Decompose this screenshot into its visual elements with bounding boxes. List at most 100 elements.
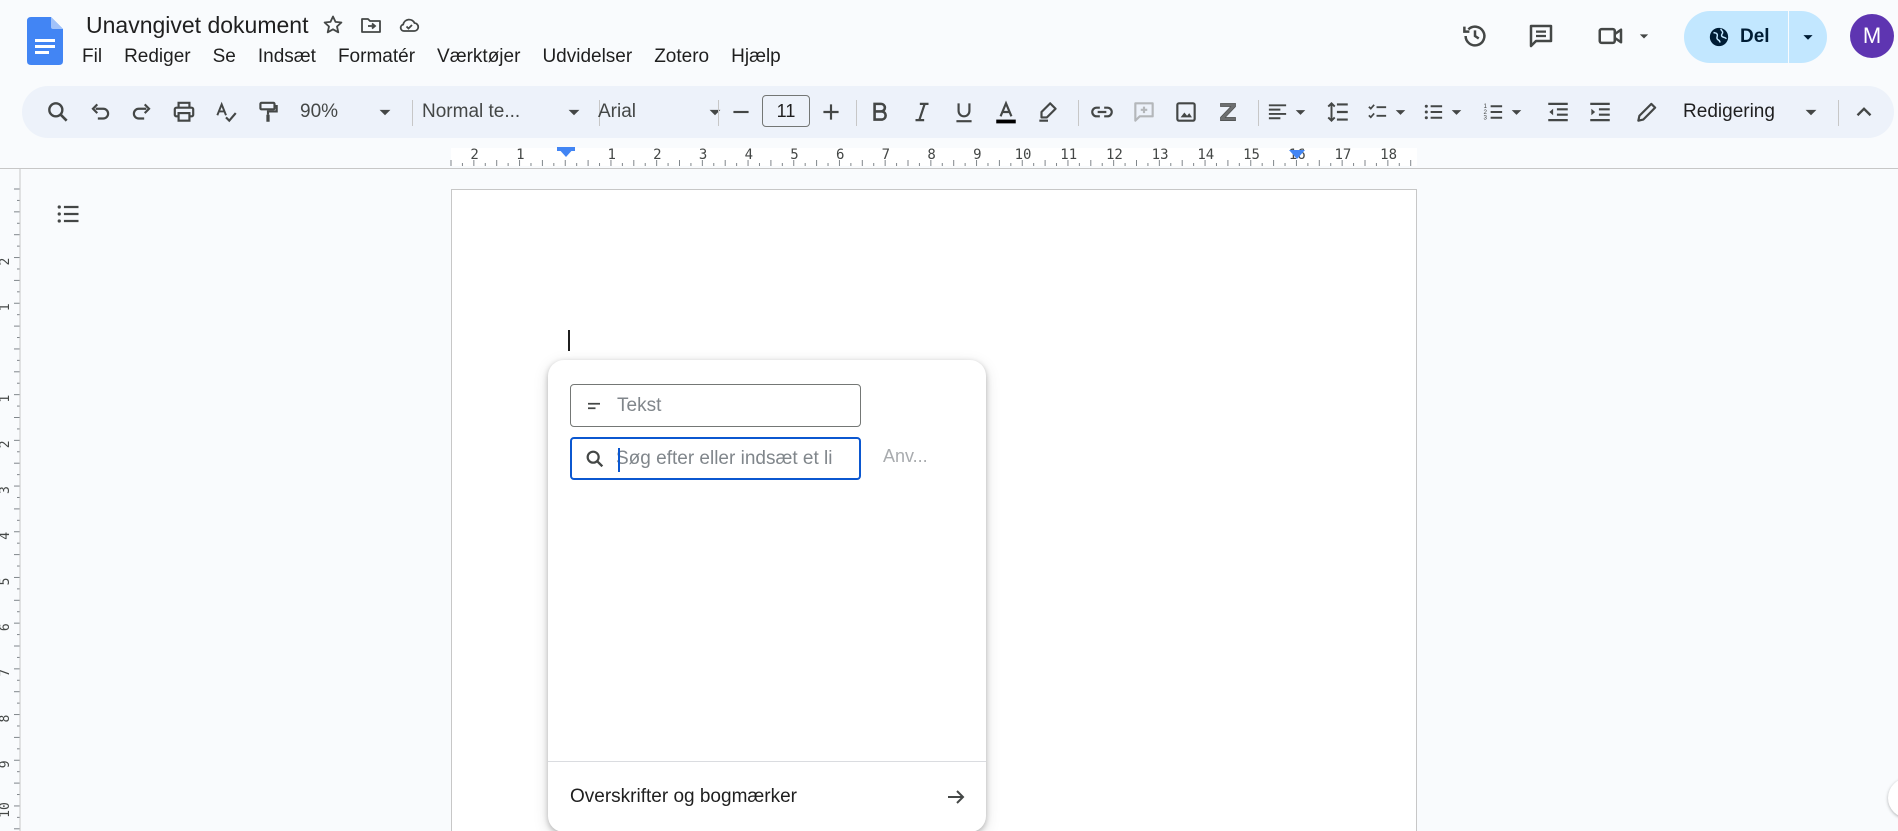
underline-icon[interactable] <box>948 96 980 128</box>
ruler-label: 9 <box>0 760 13 768</box>
headings-and-bookmarks-item[interactable]: Overskrifter og bogmærker <box>548 762 986 831</box>
share-options-button[interactable] <box>1789 26 1827 48</box>
bold-icon[interactable] <box>864 96 896 128</box>
align-button[interactable] <box>1266 96 1312 128</box>
insert-link-popup: Tekst Anv... Overskrifter og bogmærker <box>548 360 986 831</box>
spellcheck-icon[interactable] <box>210 96 242 128</box>
menu-rediger[interactable]: Rediger <box>118 44 197 70</box>
chevron-down-icon <box>1803 35 1813 40</box>
search-menus-icon[interactable] <box>42 96 74 128</box>
highlight-color-icon[interactable] <box>1032 96 1064 128</box>
meet-button[interactable] <box>1594 16 1660 56</box>
font-value: Arial <box>598 101 637 122</box>
checklist-icon <box>1368 104 1387 119</box>
link-search-field[interactable] <box>570 437 861 480</box>
chevron-down-icon <box>1511 110 1522 115</box>
ruler-label: 7 <box>882 147 890 163</box>
ruler-label: 2 <box>0 258 13 266</box>
cloud-saved-icon[interactable] <box>392 8 426 42</box>
menu-udvidelser[interactable]: Udvidelser <box>536 44 638 70</box>
ruler-label: 15 <box>1243 147 1260 163</box>
decrease-indent-icon[interactable] <box>1542 96 1574 128</box>
insert-link-icon[interactable] <box>1086 96 1118 128</box>
undo-icon[interactable] <box>84 96 116 128</box>
document-title[interactable]: Unavngivet dokument <box>82 10 312 41</box>
menu-se[interactable]: Se <box>207 44 242 70</box>
google-docs-logo-icon[interactable] <box>27 17 63 65</box>
ruler-label: 17 <box>1334 147 1351 163</box>
zotero-icon[interactable] <box>1212 96 1244 128</box>
checklist-button[interactable] <box>1366 96 1412 128</box>
toolbar-divider <box>1078 100 1079 126</box>
chevron-down-icon <box>1805 109 1817 116</box>
vertical-ruler[interactable]: 211234567891011 <box>0 168 22 831</box>
chevron-down-icon <box>709 109 721 116</box>
numbered-list-icon: 123 <box>1483 103 1503 122</box>
editing-mode-select[interactable]: Redigering <box>1634 96 1824 128</box>
toolbar-divider <box>412 100 413 126</box>
share-button-group: Del <box>1684 11 1827 63</box>
globe-icon <box>1709 27 1729 47</box>
ruler-label: 11 <box>1060 147 1077 163</box>
arrow-right-icon <box>948 790 965 804</box>
hide-menus-icon[interactable] <box>1848 96 1880 128</box>
redo-icon[interactable] <box>126 96 158 128</box>
italic-icon[interactable] <box>906 96 938 128</box>
side-panel-toggle[interactable] <box>1888 778 1898 818</box>
font-select[interactable]: Arial <box>598 96 728 128</box>
text-color-icon[interactable] <box>990 96 1022 128</box>
menu-bar: Fil Rediger Se Indsæt Formatér Værktøjer… <box>76 44 797 70</box>
ruler-label: 1 <box>0 303 13 311</box>
ruler-label: 2 <box>470 147 478 163</box>
font-size-input[interactable]: 11 <box>762 95 810 127</box>
increase-indent-icon[interactable] <box>1584 96 1616 128</box>
move-to-folder-icon[interactable] <box>354 8 388 42</box>
bulleted-list-button[interactable] <box>1422 96 1468 128</box>
print-icon[interactable] <box>168 96 200 128</box>
increase-font-size-icon[interactable] <box>818 96 844 128</box>
document-outline-icon[interactable] <box>52 198 84 230</box>
ruler-label: 2 <box>653 147 661 163</box>
insert-image-icon[interactable] <box>1170 96 1202 128</box>
ruler-label: 3 <box>699 147 707 163</box>
video-camera-icon <box>1598 27 1623 45</box>
comments-icon[interactable] <box>1521 16 1561 56</box>
link-text-field[interactable]: Tekst <box>570 384 861 427</box>
ruler-label: 1 <box>516 147 524 163</box>
menu-fil[interactable]: Fil <box>76 44 108 70</box>
share-label: Del <box>1740 26 1770 47</box>
star-icon[interactable] <box>316 8 350 42</box>
align-left-icon <box>1268 104 1287 120</box>
line-spacing-icon[interactable] <box>1322 96 1354 128</box>
toolbar-divider <box>1838 100 1839 126</box>
menu-indsaet[interactable]: Indsæt <box>252 44 322 70</box>
ruler-divider <box>0 168 1898 169</box>
share-button[interactable]: Del <box>1684 11 1788 63</box>
horizontal-ruler[interactable]: 21123456789101112131415161718 <box>0 146 1898 168</box>
paragraph-style-select[interactable]: Normal te... <box>422 96 587 128</box>
decrease-font-size-icon[interactable] <box>728 96 754 128</box>
chevron-down-icon <box>1395 110 1406 115</box>
apply-button[interactable]: Anv... <box>883 446 928 467</box>
editing-mode-value: Redigering <box>1683 101 1775 122</box>
app-header: Unavngivet dokument Fil Rediger Se Indsæ… <box>0 0 1898 82</box>
version-history-icon[interactable] <box>1455 16 1495 56</box>
menu-hjaelp[interactable]: Hjælp <box>725 44 787 70</box>
ruler-label: 5 <box>790 147 798 163</box>
menu-zotero[interactable]: Zotero <box>648 44 715 70</box>
ruler-label: 1 <box>0 395 13 403</box>
svg-text:3: 3 <box>1483 115 1487 122</box>
text-cursor <box>568 330 570 351</box>
ruler-label: 8 <box>0 715 13 723</box>
menu-vaerktojer[interactable]: Værktøjer <box>431 44 526 70</box>
avatar[interactable]: M <box>1850 14 1894 58</box>
chevron-down-icon <box>1639 34 1649 39</box>
numbered-list-button[interactable]: 123 <box>1482 96 1528 128</box>
link-search-input[interactable] <box>616 447 844 470</box>
menu-formater[interactable]: Formatér <box>332 44 421 70</box>
ruler-label: 7 <box>0 669 13 677</box>
add-comment-icon <box>1128 96 1160 128</box>
zoom-select[interactable]: 90% <box>300 96 398 128</box>
ruler-label: 5 <box>0 578 13 586</box>
paint-format-icon[interactable] <box>252 96 284 128</box>
